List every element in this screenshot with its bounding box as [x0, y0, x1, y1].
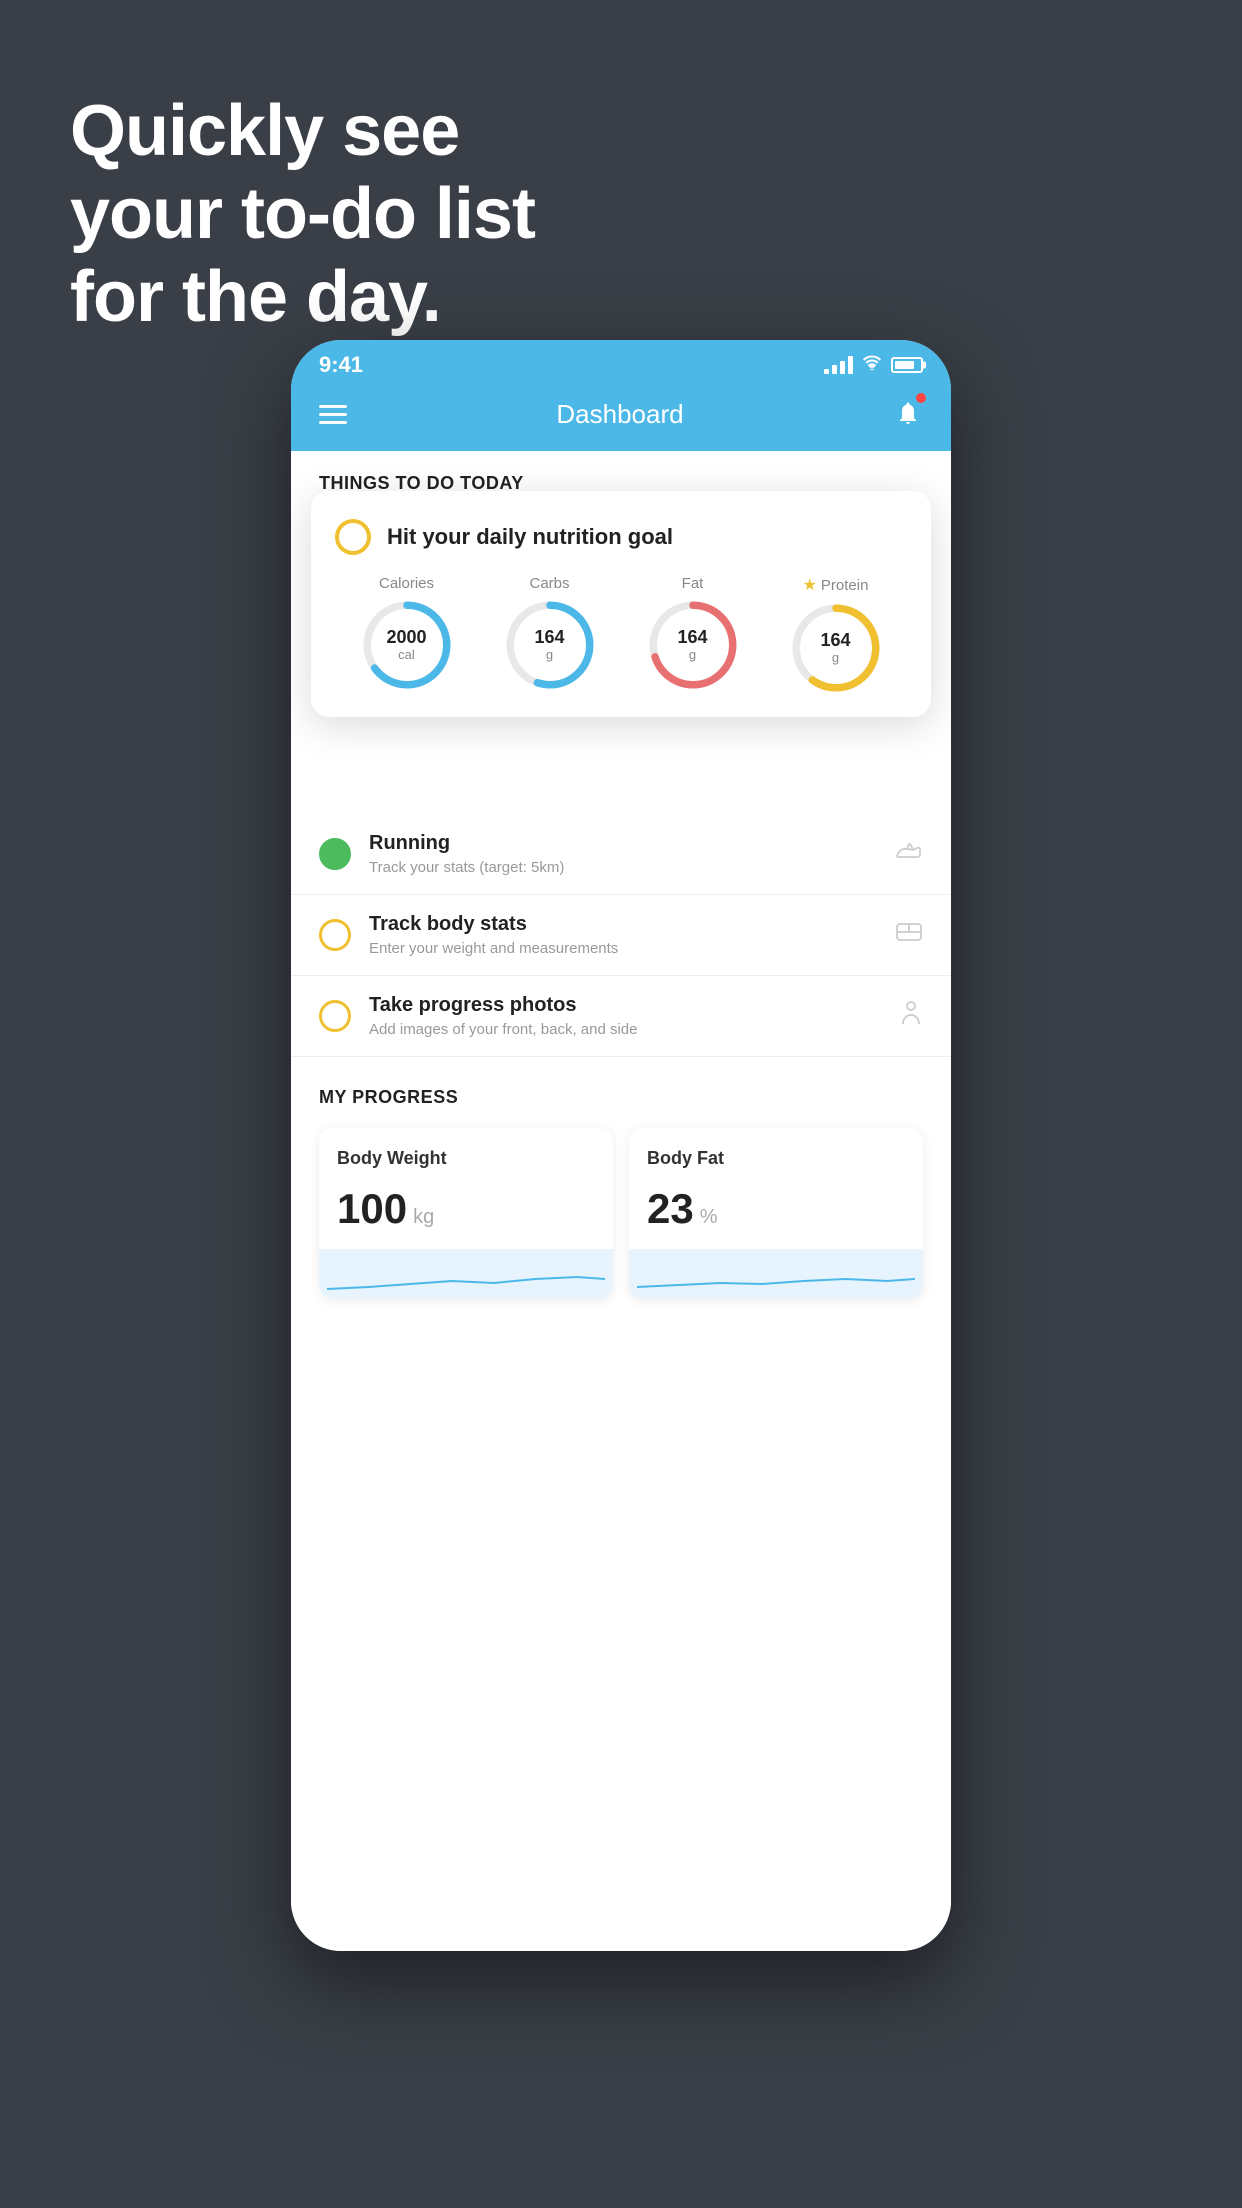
body-fat-title: Body Fat: [647, 1148, 905, 1169]
todo-text-running: Running Track your stats (target: 5km): [369, 832, 877, 876]
status-bar: 9:41: [291, 340, 951, 386]
todo-text-photos: Take progress photos Add images of your …: [369, 994, 881, 1038]
protein-label: Protein: [821, 577, 869, 594]
body-fat-chart: [629, 1249, 923, 1299]
calories-label: Calories: [379, 575, 434, 592]
todo-list: Running Track your stats (target: 5km) T…: [291, 814, 951, 1057]
body-weight-title: Body Weight: [337, 1148, 595, 1169]
card-title: Hit your daily nutrition goal: [387, 524, 673, 550]
header-title: Dashboard: [556, 399, 683, 430]
body-stats-title: Track body stats: [369, 913, 877, 936]
body-weight-value: 100: [337, 1185, 407, 1233]
protein-value: 164: [820, 631, 850, 651]
body-fat-value: 23: [647, 1185, 694, 1233]
person-icon: [899, 1000, 923, 1033]
body-weight-unit: kg: [413, 1206, 434, 1229]
todo-circle-body-stats: [319, 919, 351, 951]
todo-item-running[interactable]: Running Track your stats (target: 5km): [291, 814, 951, 895]
fat-label-row: Fat: [682, 575, 704, 592]
todo-circle-running: [319, 838, 351, 870]
nutrition-card: Hit your daily nutrition goal Calories: [311, 491, 931, 717]
nutrition-fat: Fat 164 g: [648, 575, 738, 690]
calories-unit: cal: [386, 648, 426, 662]
app-header: Dashboard: [291, 386, 951, 451]
scale-icon: [895, 920, 923, 951]
signal-icon: [824, 356, 853, 374]
todo-circle-nutrition: [335, 519, 371, 555]
todo-item-photos[interactable]: Take progress photos Add images of your …: [291, 976, 951, 1057]
battery-icon: [891, 357, 923, 373]
todo-circle-photos: [319, 1000, 351, 1032]
progress-cards: Body Weight 100 kg Body Fat 23: [319, 1128, 923, 1299]
carbs-value: 164: [534, 628, 564, 648]
notification-button[interactable]: [893, 396, 923, 433]
shoe-icon: [895, 840, 923, 869]
calories-value: 2000: [386, 628, 426, 648]
bell-icon: [893, 401, 923, 432]
calories-donut: 2000 cal: [362, 600, 452, 690]
calories-label-row: Calories: [379, 575, 434, 592]
body-fat-value-row: 23 %: [647, 1185, 905, 1233]
status-icons: [824, 355, 923, 376]
app-content: THINGS TO DO TODAY Hit your daily nutrit…: [291, 451, 951, 1951]
phone-mockup: 9:41 Dashboard: [291, 340, 951, 1951]
carbs-label-row: Carbs: [529, 575, 569, 592]
photos-subtitle: Add images of your front, back, and side: [369, 1021, 881, 1038]
fat-unit: g: [677, 648, 707, 662]
headline: Quickly see your to-do list for the day.: [70, 90, 535, 338]
fat-label: Fat: [682, 575, 704, 592]
todo-item-body-stats[interactable]: Track body stats Enter your weight and m…: [291, 895, 951, 976]
headline-line1: Quickly see: [70, 90, 535, 173]
fat-donut: 164 g: [648, 600, 738, 690]
protein-donut: 164 g: [791, 603, 881, 693]
protein-label-row: ★ Protein: [803, 575, 869, 595]
headline-line2: your to-do list: [70, 173, 535, 256]
progress-title: MY PROGRESS: [319, 1087, 923, 1108]
running-subtitle: Track your stats (target: 5km): [369, 859, 877, 876]
headline-line3: for the day.: [70, 256, 535, 339]
nutrition-carbs: Carbs 164 g: [505, 575, 595, 690]
card-title-row: Hit your daily nutrition goal: [335, 519, 907, 555]
carbs-donut: 164 g: [505, 600, 595, 690]
progress-section: MY PROGRESS Body Weight 100 kg: [291, 1057, 951, 1299]
carbs-label: Carbs: [529, 575, 569, 592]
status-time: 9:41: [319, 352, 363, 378]
todo-text-body-stats: Track body stats Enter your weight and m…: [369, 913, 877, 957]
photos-title: Take progress photos: [369, 994, 881, 1017]
body-fat-unit: %: [700, 1206, 718, 1229]
wifi-icon: [861, 355, 883, 376]
nutrition-protein: ★ Protein 164 g: [791, 575, 881, 693]
body-weight-value-row: 100 kg: [337, 1185, 595, 1233]
running-title: Running: [369, 832, 877, 855]
body-stats-subtitle: Enter your weight and measurements: [369, 940, 877, 957]
body-weight-card[interactable]: Body Weight 100 kg: [319, 1128, 613, 1299]
menu-button[interactable]: [319, 405, 347, 424]
carbs-unit: g: [534, 648, 564, 662]
nutrition-calories: Calories 2000 cal: [362, 575, 452, 690]
body-fat-card[interactable]: Body Fat 23 %: [629, 1128, 923, 1299]
star-icon: ★: [803, 575, 817, 595]
nutrition-row: Calories 2000 cal: [335, 575, 907, 693]
fat-value: 164: [677, 628, 707, 648]
body-weight-chart: [319, 1249, 613, 1299]
notification-dot: [916, 393, 926, 403]
protein-unit: g: [820, 651, 850, 665]
